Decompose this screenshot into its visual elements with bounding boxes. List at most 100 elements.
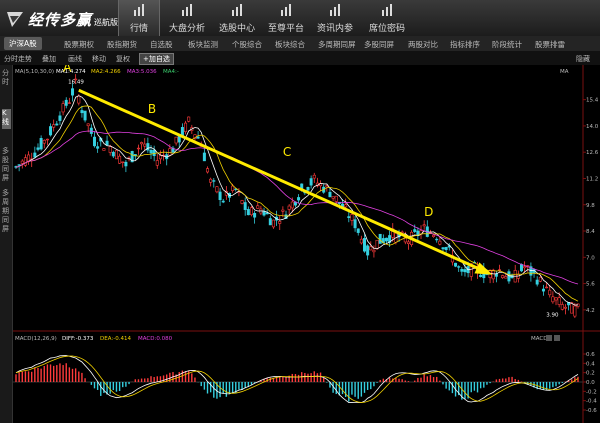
nav-label: 资讯内参 <box>316 24 353 34</box>
candle-body <box>557 297 561 305</box>
macd-tick-label: -0.4 <box>586 399 597 405</box>
candle-body <box>265 212 269 215</box>
logo-edition: 巡航版 <box>94 17 119 27</box>
candle-body <box>375 239 379 250</box>
price-tick-label: 4.2 <box>586 308 595 314</box>
candle-body <box>287 205 291 210</box>
candle-body <box>39 138 43 150</box>
candle-body <box>196 136 200 139</box>
candle-body <box>149 149 153 154</box>
nav-label: 行情 <box>129 24 148 34</box>
candle-body <box>347 216 351 218</box>
candle-body <box>378 233 382 244</box>
tab-4[interactable]: 板块监测 <box>188 39 218 50</box>
candle-body <box>413 229 417 232</box>
candle-body <box>306 187 310 191</box>
candle-body <box>554 297 558 301</box>
ma-right-label: MA <box>560 69 569 75</box>
nav-label: 选股中心 <box>218 24 255 34</box>
candle-body <box>504 276 508 279</box>
candle-body <box>494 273 498 277</box>
candle-body <box>36 147 40 150</box>
nav-line-chart[interactable]: 大盘分析 <box>163 0 211 36</box>
candle-body <box>507 271 511 282</box>
candle-body <box>168 148 172 156</box>
toolbar-hide[interactable]: 隐藏 <box>576 54 590 64</box>
candle-body <box>334 195 338 202</box>
candle-body <box>560 304 564 310</box>
price-tick-label: 9.8 <box>586 203 595 209</box>
tab-0[interactable]: 沪深A股 <box>4 37 42 50</box>
ma-indicator-label: MA(5,10,30,0) <box>15 69 54 75</box>
candle-body <box>350 214 354 221</box>
candle-body <box>174 136 178 144</box>
candle-body <box>369 246 373 251</box>
nav-document[interactable]: 资讯内参 <box>310 0 360 36</box>
nav-label: 大盘分析 <box>168 24 205 34</box>
candle-body <box>221 200 225 203</box>
nav-label: 席位密码 <box>368 24 405 34</box>
candle-body <box>33 152 37 158</box>
add-watchlist-button[interactable]: +加自选 <box>139 53 174 65</box>
macd-indicator-label: MACD(12,26,9) <box>15 336 57 342</box>
candle-body <box>268 218 272 226</box>
tab-9[interactable]: 两股对比 <box>408 39 438 50</box>
candle-body <box>563 306 567 309</box>
app-logo: 经传多赢 巡航版 <box>4 7 118 31</box>
candle-body <box>432 234 436 237</box>
nav-chart[interactable]: 行情 <box>118 0 160 36</box>
macd-tick-label: 0.0 <box>586 380 595 386</box>
candle-body <box>71 88 75 96</box>
tab-6[interactable]: 板块综合 <box>275 39 305 50</box>
candle-body <box>460 269 464 272</box>
tab-5[interactable]: 个股综合 <box>232 39 262 50</box>
toolbar-draw[interactable]: 画线 <box>68 54 82 64</box>
toolbar-intraday[interactable]: 分时走势 <box>4 54 32 64</box>
candle-body <box>541 288 545 292</box>
candle-body <box>312 174 316 179</box>
candle-body <box>519 264 523 272</box>
nav-search[interactable]: 席位密码 <box>362 0 412 36</box>
candle-body <box>422 224 426 227</box>
toolbar-move[interactable]: 移动 <box>92 54 106 64</box>
tab-1[interactable]: 股票期权 <box>64 39 94 50</box>
candle-body <box>331 196 335 199</box>
diff-value: DIFF:-0.373 <box>62 336 94 342</box>
tab-12[interactable]: 股票排雷 <box>535 39 565 50</box>
candle-body <box>64 99 68 106</box>
crown-icon <box>264 3 308 21</box>
candle-body <box>140 142 144 145</box>
price-tick-label: 11.2 <box>586 176 598 182</box>
candle-body <box>77 95 81 104</box>
candle-body <box>80 110 84 114</box>
candle-body <box>67 102 71 104</box>
annotation-high-value: 16.49 <box>68 79 84 85</box>
ma4-value: MA4:- <box>163 69 179 75</box>
price-tick-label: 8.4 <box>586 229 595 235</box>
nav-crown[interactable]: 至尊平台 <box>264 0 308 36</box>
annotation-c: C <box>283 145 291 159</box>
toolbar-adjust[interactable]: 复权 <box>116 54 130 64</box>
tab-11[interactable]: 阶段统计 <box>492 39 522 50</box>
document-icon <box>310 3 360 21</box>
tab-8[interactable]: 多股同屏 <box>364 39 394 50</box>
price-tick-label: 14.0 <box>586 124 599 130</box>
candle-body <box>253 212 257 218</box>
candle-body <box>246 209 250 216</box>
candle-body <box>92 136 96 147</box>
candle-body <box>523 266 527 269</box>
candle-body <box>290 201 294 209</box>
tab-7[interactable]: 多周期同屏 <box>318 39 356 50</box>
tab-2[interactable]: 股指期货 <box>107 39 137 50</box>
toolbar-overlay[interactable]: 叠加 <box>42 54 56 64</box>
chart-toolbar: 分时走势 叠加 画线 移动 复权 +加自选 隐藏 <box>0 51 600 65</box>
tab-3[interactable]: 自选股 <box>150 39 173 50</box>
nav-bar-chart[interactable]: 选股中心 <box>213 0 261 36</box>
candle-body <box>491 269 495 280</box>
candle-body <box>573 305 577 317</box>
candle-body <box>249 207 253 216</box>
logo-icon <box>7 12 23 27</box>
kline-chart[interactable]: MA(5,10,30,0) MA1:4.274 MA2:4.266 MA3:5.… <box>0 65 600 423</box>
annotation-a: A <box>63 65 72 74</box>
tab-10[interactable]: 指标排序 <box>450 39 480 50</box>
